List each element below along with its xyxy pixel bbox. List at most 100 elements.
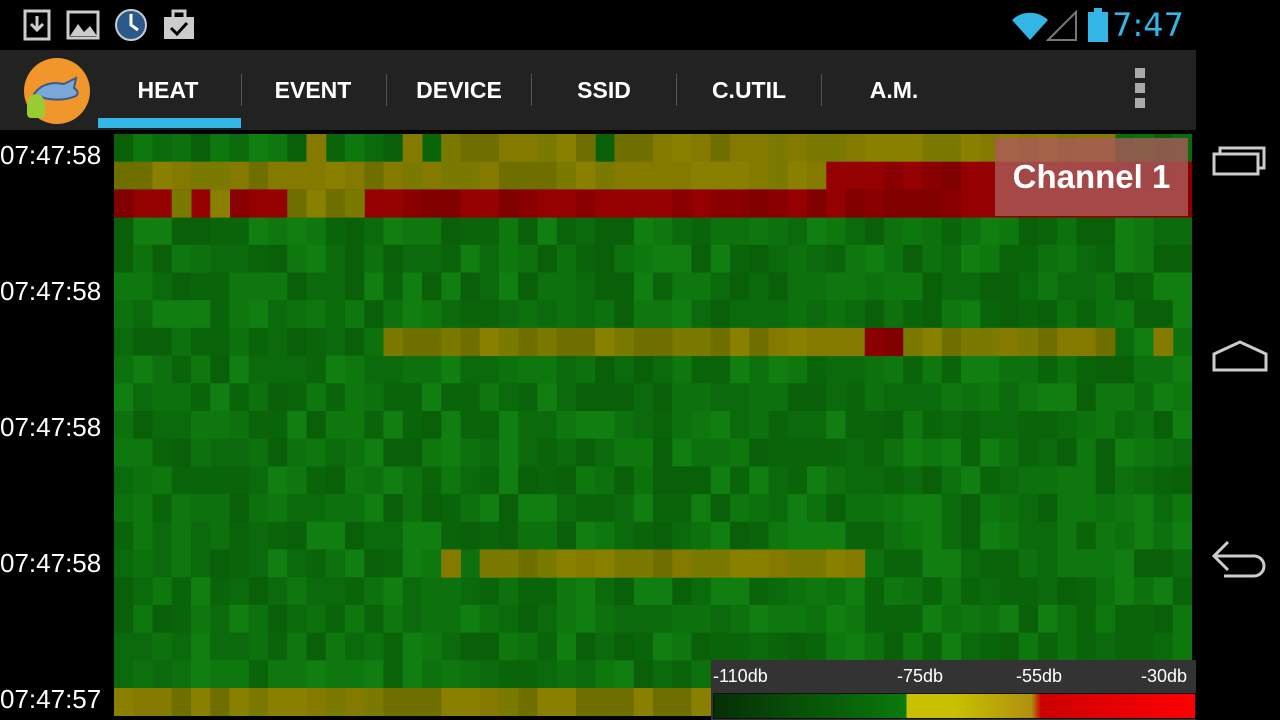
- heat-cell: [306, 383, 327, 412]
- heat-cell: [402, 521, 423, 550]
- heat-cell: [749, 355, 769, 384]
- heat-cell-red: [422, 189, 442, 218]
- heat-cell: [248, 272, 269, 301]
- heat-cell: [1153, 272, 1174, 301]
- heat-cell: [479, 217, 500, 246]
- heat-cell: [248, 383, 269, 412]
- heat-cell: [864, 466, 885, 495]
- heat-cell: [556, 272, 577, 301]
- heat-cell: [672, 466, 692, 495]
- heat-cell-yellow: [441, 134, 461, 163]
- heat-cell: [595, 134, 615, 163]
- heat-cell: [191, 577, 211, 606]
- heat-cell: [980, 411, 1000, 440]
- heat-cell: [980, 300, 1000, 329]
- heat-cell: [171, 411, 192, 440]
- heat-cell: [845, 438, 866, 467]
- heat-cell: [980, 549, 1000, 578]
- heat-cell: [460, 660, 481, 689]
- heat-cell: [653, 383, 673, 412]
- back-icon[interactable]: [1210, 536, 1270, 580]
- heat-cell: [595, 494, 615, 523]
- heat-cell: [133, 134, 153, 163]
- heat-cell-yellow: [383, 161, 404, 190]
- heat-cell: [1057, 272, 1077, 301]
- heat-cell: [1095, 632, 1116, 661]
- heat-cell: [633, 383, 654, 412]
- heat-cell: [268, 604, 288, 634]
- heat-cell: [864, 411, 885, 440]
- heatmap[interactable]: [114, 134, 1192, 716]
- heat-cell: [1153, 577, 1174, 606]
- heat-cell: [248, 466, 269, 495]
- heat-cell: [633, 660, 654, 689]
- heat-cell: [402, 438, 423, 467]
- heat-cell-yellow: [364, 688, 384, 716]
- heat-cell: [191, 411, 211, 440]
- tab-am[interactable]: A.M.: [824, 50, 964, 130]
- heat-cell: [210, 604, 230, 634]
- heat-cell: [941, 383, 962, 412]
- heat-cell: [672, 383, 692, 412]
- heat-cell: [268, 577, 288, 606]
- heat-cell-yellow: [499, 161, 519, 190]
- heat-cell: [903, 521, 923, 550]
- heat-cell: [710, 244, 731, 273]
- heat-cell: [537, 632, 558, 661]
- heat-cell-yellow: [787, 134, 808, 163]
- heat-cell-red: [710, 189, 731, 218]
- heat-cell-yellow: [614, 134, 635, 163]
- heat-cell-yellow: [402, 134, 423, 163]
- heat-cell: [306, 494, 327, 523]
- heat-cell: [518, 272, 538, 301]
- heat-cell: [422, 660, 442, 689]
- heat-cell: [1076, 577, 1097, 606]
- heat-cell: [479, 438, 500, 467]
- heat-cell: [922, 549, 943, 578]
- heat-cell: [710, 604, 731, 634]
- heat-cell: [903, 549, 923, 578]
- heat-cell: [325, 244, 346, 273]
- tab-event[interactable]: EVENT: [243, 50, 383, 130]
- heat-cell-yellow: [710, 134, 731, 163]
- heat-cell: [653, 244, 673, 273]
- heat-cell: [1057, 244, 1077, 273]
- heat-cell-yellow: [306, 189, 327, 218]
- heat-cell: [672, 272, 692, 301]
- tab-divider: [241, 74, 242, 106]
- heat-cell-yellow: [460, 134, 481, 163]
- heat-cell: [1018, 438, 1039, 467]
- heat-cell-yellow: [537, 161, 558, 190]
- heat-cell: [980, 577, 1000, 606]
- heat-cell: [383, 134, 404, 163]
- heat-cell: [1018, 521, 1039, 550]
- recent-apps-icon[interactable]: [1210, 140, 1270, 180]
- heat-cell: [229, 383, 250, 412]
- tab-device[interactable]: DEVICE: [389, 50, 529, 130]
- heat-cell: [749, 604, 769, 634]
- heat-cell: [191, 521, 211, 550]
- heat-cell: [807, 466, 827, 495]
- heat-cell: [730, 577, 750, 606]
- heat-cell: [210, 411, 230, 440]
- heat-cell-red: [460, 189, 481, 218]
- heat-cell: [1172, 217, 1192, 246]
- heat-cell: [672, 660, 692, 689]
- tab-cutil[interactable]: C.UTIL: [679, 50, 819, 130]
- overflow-menu-icon[interactable]: [1130, 68, 1150, 112]
- heat-cell: [691, 244, 712, 273]
- channel-badge[interactable]: Channel 1: [995, 138, 1188, 216]
- heat-cell-red: [441, 189, 461, 218]
- heat-cell: [422, 604, 442, 634]
- home-icon[interactable]: [1210, 336, 1270, 376]
- app-logo-icon[interactable]: [24, 58, 90, 124]
- heat-cell: [287, 411, 307, 440]
- heat-cell-yellow: [672, 327, 692, 357]
- heat-cell: [345, 632, 365, 661]
- heat-cell: [287, 604, 307, 634]
- heat-cell: [364, 660, 384, 689]
- heat-cell: [999, 411, 1020, 440]
- heat-cell: [248, 134, 269, 163]
- heat-cell: [595, 355, 615, 384]
- tab-ssid[interactable]: SSID: [534, 50, 674, 130]
